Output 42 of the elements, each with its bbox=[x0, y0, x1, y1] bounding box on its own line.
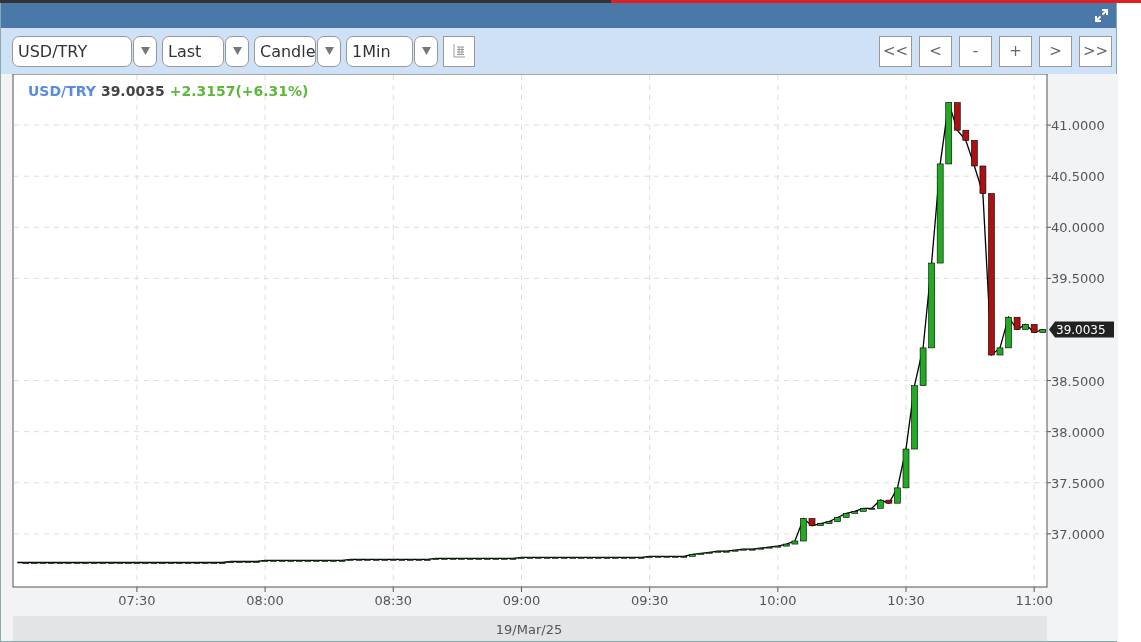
y-tick-label: 38.0000 bbox=[1051, 424, 1105, 440]
x-tick-label: 07:30 bbox=[118, 593, 156, 608]
caret-icon bbox=[232, 47, 242, 55]
x-tick-label: 10:30 bbox=[887, 593, 925, 608]
nav-button[interactable]: + bbox=[999, 35, 1032, 67]
table-view-button[interactable] bbox=[443, 35, 475, 67]
y-tick-label: 37.0000 bbox=[1051, 526, 1105, 542]
change-label: +2.3157(+6.31%) bbox=[169, 83, 309, 99]
y-tick-label: 38.5000 bbox=[1051, 373, 1105, 389]
y-tick-label: 37.5000 bbox=[1051, 475, 1105, 491]
dropdown-arrow-button[interactable] bbox=[133, 35, 157, 67]
y-tick-label: 40.0000 bbox=[1051, 220, 1105, 236]
y-tick-label: 41.0000 bbox=[1051, 118, 1105, 134]
table-icon bbox=[453, 44, 465, 58]
caret-icon bbox=[324, 47, 334, 55]
x-tick-label: 10:00 bbox=[759, 593, 797, 608]
dropdown-arrow-button[interactable] bbox=[225, 35, 249, 67]
dropdown-arrow-button[interactable] bbox=[414, 35, 438, 67]
price-label: 39.0035 bbox=[100, 83, 165, 99]
x-tick-label: 09:30 bbox=[630, 593, 669, 608]
expand-icon[interactable] bbox=[1095, 9, 1108, 22]
dropdown[interactable]: USD/TRY bbox=[12, 35, 132, 67]
dropdown[interactable]: Last bbox=[162, 35, 224, 67]
date-label: 19/Mar/25 bbox=[495, 622, 563, 637]
dropdown[interactable]: 1Min bbox=[346, 35, 413, 67]
x-tick-label: 08:00 bbox=[246, 593, 284, 608]
last-price-tag: 39.0035 bbox=[1049, 321, 1114, 338]
symbol-label: USD/TRY bbox=[28, 83, 96, 99]
nav-button[interactable]: >> bbox=[1079, 35, 1112, 67]
caret-icon bbox=[421, 47, 431, 55]
x-tick-label: 08:30 bbox=[374, 593, 412, 608]
nav-button[interactable]: < bbox=[919, 35, 952, 67]
dropdown[interactable]: Candle bbox=[254, 35, 316, 67]
nav-button[interactable]: > bbox=[1039, 35, 1072, 67]
x-tick-label: 11:00 bbox=[1015, 593, 1053, 608]
nav-button[interactable]: - bbox=[959, 35, 992, 67]
x-tick-label: 09:00 bbox=[502, 593, 541, 608]
y-tick-label: 39.5000 bbox=[1051, 271, 1105, 287]
caret-icon bbox=[140, 47, 150, 55]
y-tick-label: 40.5000 bbox=[1051, 169, 1105, 185]
dropdown-arrow-button[interactable] bbox=[317, 35, 341, 67]
nav-button[interactable]: << bbox=[879, 35, 912, 67]
